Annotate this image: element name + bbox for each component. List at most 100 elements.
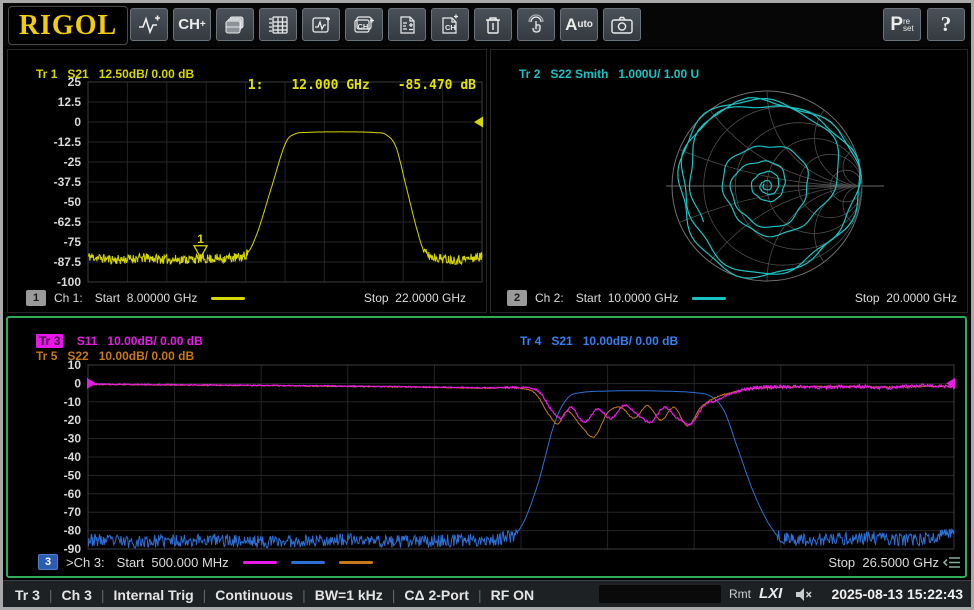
screenshot-button[interactable] — [603, 8, 641, 41]
touch-icon — [525, 14, 547, 36]
window-control-icon[interactable] — [943, 556, 961, 572]
add-trace-button[interactable] — [130, 8, 168, 41]
message-area — [599, 585, 721, 603]
window-ch-icon: CH — [352, 14, 376, 36]
y-axis-tick: -50 — [64, 195, 82, 209]
toolbar-right-buttons: P reset ? — [883, 8, 965, 41]
trash-icon — [482, 14, 504, 36]
status-item[interactable]: Tr 3 — [15, 587, 40, 603]
status-item[interactable]: Ch 3 — [62, 587, 92, 603]
trace1-header[interactable]: Tr 1S2112.50dB/ 0.00 dB — [16, 53, 204, 95]
trace4-label: Tr 4 — [520, 334, 541, 348]
trace4-color-swatch — [291, 561, 325, 564]
trace4-scale: 10.00dB/ 0.00 dB — [583, 334, 678, 348]
channel2-start: Start 10.0000 GHz — [576, 291, 679, 305]
ref-level-arrow-right — [474, 117, 483, 128]
trace3-color-swatch — [243, 561, 277, 564]
delete-button[interactable] — [474, 8, 512, 41]
vna-screen: RIGOL CH+ — [0, 0, 974, 610]
lxi-indicator: LXI — [759, 585, 782, 602]
channel3-badge[interactable]: 3 — [38, 554, 58, 570]
window-channel2[interactable]: Tr 2 S22 Smith 1.000U/ 1.00 U 2 Ch 2:Start… — [490, 49, 968, 313]
trace5-header[interactable]: Tr 5S2210.00dB/ 0.00 dB — [16, 335, 204, 377]
channel-table-button[interactable] — [259, 8, 297, 41]
y-axis-tick: -40 — [64, 450, 82, 464]
window-channel1[interactable]: 2512.50-12.5-25-37.5-50-62.5-75-87.5-100… — [7, 49, 487, 313]
mute-icon[interactable] — [795, 587, 813, 607]
trace1-scale: 12.50dB/ 0.00 dB — [99, 67, 194, 81]
y-axis-tick: -25 — [64, 155, 82, 169]
status-bar-items: Tr 3 | Ch 3 | Internal Trig | Continuous | BW=1 … — [15, 581, 534, 608]
datetime: 2025-08-13 15:22:43 — [831, 586, 963, 602]
y-axis-tick: -80 — [64, 524, 82, 538]
layers-icon — [224, 14, 246, 36]
y-axis-tick: 12.5 — [58, 95, 82, 109]
channel1-footer: 1 Ch 1: Start 8.00000 GHz Stop 22.0000 GH… — [8, 290, 486, 308]
channel3-label: >Ch 3: — [66, 555, 105, 570]
status-bar: Tr 3 | Ch 3 | Internal Trig | Continuous | BW=1 … — [3, 580, 971, 608]
channel1-label: Ch 1: — [54, 291, 83, 305]
preset-button[interactable]: P reset — [883, 8, 921, 41]
status-separator: | — [101, 587, 105, 603]
y-axis-tick: -50 — [64, 468, 82, 482]
y-axis-tick: -87.5 — [54, 255, 82, 269]
channel2-stop: Stop 20.0000 GHz — [855, 291, 957, 305]
channel2-badge[interactable]: 2 — [507, 290, 527, 306]
status-separator: | — [478, 587, 482, 603]
y-axis-tick: -37.5 — [54, 175, 82, 189]
marker-number: 1 — [197, 232, 204, 246]
status-item[interactable]: Internal Trig — [114, 587, 194, 603]
y-axis-tick: -75 — [64, 235, 82, 249]
window-channel3-active[interactable]: 100-10-20-30-40-50-60-70-80-90 Tr 3 S111… — [6, 316, 967, 578]
toolbar-buttons: CH+ — [130, 8, 641, 41]
channel1-stop: Stop 22.0000 GHz — [364, 291, 466, 305]
trace-window-button[interactable] — [302, 8, 340, 41]
trace2-color-swatch — [692, 297, 726, 300]
status-item[interactable]: BW=1 kHz — [315, 587, 383, 603]
y-axis-tick: 0 — [74, 376, 81, 390]
doc-ch-icon: CH — [439, 14, 461, 36]
marker1-readout: 1:12.000 GHz-85.470 dB — [248, 78, 476, 93]
trace4-meas: S21 — [551, 334, 572, 348]
window-layout-button[interactable] — [216, 8, 254, 41]
y-axis-tick: -60 — [64, 487, 82, 501]
y-axis-tick: -62.5 — [54, 215, 82, 229]
trace5-color-swatch — [339, 561, 373, 564]
y-axis-tick: 0 — [74, 115, 81, 129]
toolbar: RIGOL CH+ — [3, 3, 971, 47]
ref-level-arrow-left — [87, 378, 96, 389]
y-axis-tick: -70 — [64, 505, 82, 519]
channel3-stop: Stop 26.5000 GHz — [828, 555, 939, 570]
status-item[interactable]: CΔ 2-Port — [404, 587, 469, 603]
touch-button[interactable] — [517, 8, 555, 41]
channel2-footer: 2 Ch 2:Start 10.0000 GHz Stop 20.0000 GH… — [491, 290, 967, 308]
channel1-start: Start 8.00000 GHz — [95, 291, 198, 305]
channel-copy-button[interactable]: CH — [431, 8, 469, 41]
status-separator: | — [302, 587, 306, 603]
auto-scale-button[interactable]: Auto — [560, 8, 598, 41]
svg-text:CH: CH — [445, 23, 456, 32]
trace4-header[interactable]: Tr 4 S21 10.00dB/ 0.00 dB — [500, 320, 688, 362]
trace2-meas: S22 Smith — [550, 67, 608, 81]
doc-trace-icon — [396, 14, 418, 36]
trace-copy-button[interactable] — [388, 8, 426, 41]
trace2-scale: 1.000U/ 1.00 U — [618, 67, 699, 81]
status-item[interactable]: RF ON — [491, 587, 535, 603]
add-channel-label: CH — [178, 16, 200, 33]
trace2-label: Tr 2 — [519, 67, 540, 81]
add-channel-button[interactable]: CH+ — [173, 8, 211, 41]
table-icon — [267, 14, 289, 36]
y-axis-tick: -20 — [64, 413, 82, 427]
status-separator: | — [49, 587, 53, 603]
channel-window-button[interactable]: CH — [345, 8, 383, 41]
y-axis-tick: -10 — [64, 395, 82, 409]
help-button[interactable]: ? — [927, 8, 965, 41]
status-item[interactable]: Continuous — [215, 587, 293, 603]
trace1-label: Tr 1 — [36, 67, 57, 81]
y-axis-tick: -12.5 — [54, 135, 82, 149]
y-axis-tick: -30 — [64, 432, 82, 446]
trace2-header[interactable]: Tr 2 S22 Smith 1.000U/ 1.00 U — [499, 53, 709, 95]
status-separator: | — [203, 587, 207, 603]
window-waveform-icon — [310, 14, 332, 36]
channel1-badge[interactable]: 1 — [26, 290, 46, 306]
